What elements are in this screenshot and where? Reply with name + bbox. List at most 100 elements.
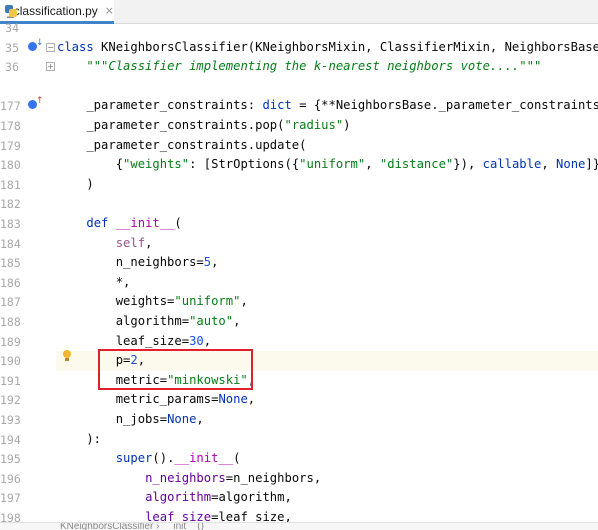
code-line[interactable]: def __init__(: [57, 214, 182, 234]
code-token: __init__: [115, 216, 175, 230]
breadcrumb: KNeighborsClassifier › __init__(): [0, 522, 598, 530]
breadcrumb-text: KNeighborsClassifier › __init__(): [60, 522, 204, 530]
code-token: _parameter_constraints:: [57, 98, 263, 113]
code-token: "uniform": [174, 294, 241, 309]
code-token: dict: [262, 98, 292, 113]
code-token: self: [115, 235, 146, 250]
line-number: 180: [0, 158, 21, 173]
annotation-highlight-box: [98, 349, 253, 390]
code-line[interactable]: """Classifier implementing the k-nearest…: [57, 57, 541, 77]
line-number: 186: [0, 275, 21, 290]
code-token: ,: [211, 255, 219, 270]
code-line[interactable]: ):: [57, 430, 101, 450]
code-token: leaf_size=: [57, 333, 190, 348]
code-token: ,: [240, 294, 248, 309]
code-token: metric_params=: [57, 392, 219, 407]
editor-tab-bar: _classification.py ×: [0, 0, 598, 24]
line-number: 178: [0, 119, 21, 133]
code-token: = {**NeighborsBase._parameter_constraint…: [291, 98, 598, 113]
close-icon[interactable]: ×: [105, 4, 114, 17]
code-line[interactable]: self,: [57, 234, 153, 254]
code-token: ,: [541, 157, 557, 172]
code-token: ,: [196, 412, 204, 426]
tab-label: _classification.py: [7, 3, 98, 18]
code-line[interactable]: class KNeighborsClassifier(KNeighborsMix…: [57, 38, 598, 58]
code-token: _parameter_constraints.update(: [57, 137, 307, 152]
code-token: n_jobs=: [57, 412, 168, 426]
code-token: """Classifier implementing the k-nearest…: [86, 59, 542, 74]
code-token: ]}: [585, 157, 598, 172]
code-token: ,: [233, 314, 241, 328]
code-token: super: [115, 451, 153, 466]
line-number: 182: [0, 197, 21, 212]
code-token: (: [174, 216, 182, 230]
line-number: 192: [0, 393, 21, 408]
code-token: "auto": [189, 314, 234, 328]
fold-marker-icon[interactable]: +: [46, 62, 55, 71]
code-line[interactable]: _parameter_constraints: dict = {**Neighb…: [57, 96, 598, 116]
implemented-icon[interactable]: ↓: [28, 38, 44, 52]
code-token: None: [218, 392, 248, 407]
code-line[interactable]: n_neighbors=n_neighbors,: [57, 469, 321, 489]
code-token: *,: [57, 274, 131, 289]
code-token: ().: [152, 451, 175, 466]
code-token: : [StrOptions({: [189, 157, 300, 172]
code-token: "uniform": [299, 157, 366, 172]
line-number: 188: [0, 315, 21, 329]
line-number: 184: [0, 236, 21, 251]
code-line[interactable]: algorithm=algorithm,: [57, 488, 292, 508]
code-token: ): [57, 176, 94, 191]
code-line[interactable]: ): [57, 175, 94, 195]
code-token: "distance": [379, 157, 454, 172]
lightbulb-icon[interactable]: [62, 350, 72, 362]
code-token: ):: [57, 431, 102, 446]
code-line[interactable]: _parameter_constraints.pop("radius"): [57, 116, 351, 136]
code-token: weights=: [57, 294, 175, 309]
code-line[interactable]: {"weights": [StrOptions({"uniform", "dis…: [57, 155, 598, 175]
code-token: ): [343, 118, 351, 132]
code-token: n_neighbors: [145, 470, 226, 485]
code-token: callable: [482, 157, 542, 172]
line-number: 34: [5, 21, 19, 35]
code-line[interactable]: n_neighbors=5,: [57, 253, 219, 273]
code-token: 5: [203, 255, 212, 270]
code-editor[interactable]: class KNeighborsClassifier(KNeighborsMix…: [56, 24, 598, 524]
code-line[interactable]: algorithm="auto",: [57, 312, 241, 332]
code-line[interactable]: weights="uniform",: [57, 292, 248, 312]
code-line[interactable]: *,: [57, 273, 131, 293]
code-token: __init__: [174, 451, 234, 466]
fold-marker-icon[interactable]: −: [46, 43, 55, 52]
code-line[interactable]: _parameter_constraints.update(: [57, 136, 306, 156]
code-token: algorithm=: [57, 314, 190, 328]
code-line[interactable]: n_jobs=None,: [57, 410, 204, 430]
code-token: =algorithm,: [211, 490, 292, 505]
code-line[interactable]: super().__init__(: [57, 449, 241, 469]
code-line[interactable]: metric_params=None,: [57, 390, 255, 410]
code-token: ,: [247, 392, 256, 407]
code-token: ,: [145, 235, 153, 250]
code-token: }),: [453, 157, 483, 172]
code-token: n_neighbors=: [57, 255, 204, 270]
line-number: 183: [0, 217, 21, 231]
code-token: _parameter_constraints.pop(: [57, 118, 285, 132]
code-token: algorithm: [145, 490, 212, 505]
code-token: KNeighborsClassifier(KNeighborsMixin, Cl…: [101, 39, 598, 54]
code-token: def: [86, 216, 116, 230]
code-token: ,: [203, 333, 212, 348]
line-number: 177: [0, 99, 21, 114]
code-token: =n_neighbors,: [225, 470, 322, 485]
code-token: None: [556, 157, 586, 172]
line-number: 197: [0, 491, 21, 506]
line-number: 179: [0, 138, 21, 153]
overrides-icon[interactable]: ↑: [28, 96, 44, 110]
line-number: 181: [0, 177, 21, 192]
line-number: 36: [5, 60, 19, 75]
code-token: 30: [189, 333, 204, 348]
line-number: 195: [0, 452, 21, 467]
code-token: (: [233, 451, 241, 466]
